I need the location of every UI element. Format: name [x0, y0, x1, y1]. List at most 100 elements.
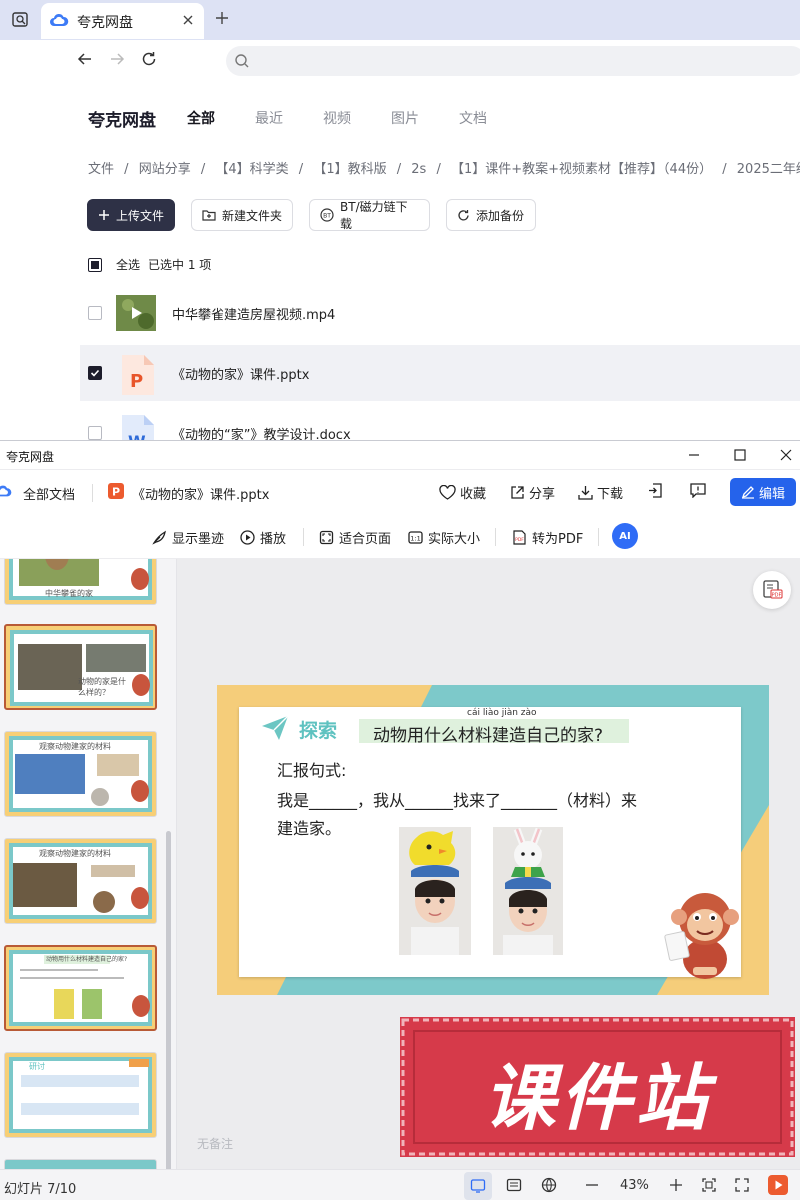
- browser-tab-bar: 夸克网盘: [0, 0, 800, 40]
- bt-download-button[interactable]: BT BT/磁力链下载: [309, 199, 430, 231]
- upload-button[interactable]: 上传文件: [87, 199, 175, 231]
- all-documents-link[interactable]: 全部文档: [23, 484, 75, 503]
- new-tab-icon[interactable]: [212, 8, 232, 28]
- slideshow-play-icon[interactable]: [768, 1175, 788, 1195]
- file-checkbox[interactable]: [88, 426, 102, 440]
- slide-thumbnail[interactable]: 中华攀雀的家: [4, 559, 157, 605]
- slide-thumbnail-current[interactable]: 动物用什么材料建造自己的家?: [4, 945, 157, 1031]
- slide-preview: 探索 cái liào jiàn zào 动物用什么材料建造自己的家? 汇报句式…: [217, 685, 769, 995]
- breadcrumb-item[interactable]: 网站分享: [139, 162, 191, 177]
- pen-icon: [741, 485, 755, 499]
- breadcrumb-item[interactable]: 【4】科学类: [215, 162, 288, 177]
- ai-assistant-button[interactable]: AI: [612, 523, 638, 549]
- slide-section-label: 探索: [299, 720, 338, 742]
- forward-icon[interactable]: [108, 50, 126, 68]
- file-row[interactable]: 中华攀雀建造房屋视频.mp4: [80, 285, 800, 341]
- breadcrumb-item[interactable]: 【1】教科版: [313, 162, 386, 177]
- tab-document[interactable]: 文档: [459, 108, 487, 128]
- breadcrumb-separator: /: [722, 162, 727, 177]
- tab-search-icon[interactable]: [9, 9, 31, 31]
- slide-thumbnail[interactable]: 动物的家是什么样的？: [4, 624, 157, 710]
- actual-size-button[interactable]: 1:1 实际大小: [408, 528, 480, 547]
- file-name[interactable]: 《动物的“家”》教学设计.docx: [172, 424, 351, 440]
- globe-icon[interactable]: [541, 1177, 557, 1193]
- breadcrumb-separator: /: [124, 162, 129, 177]
- file-checkbox[interactable]: [88, 306, 102, 320]
- download-button[interactable]: 下载: [578, 483, 623, 502]
- share-icon: [510, 485, 525, 500]
- tab-image[interactable]: 图片: [391, 108, 419, 128]
- feedback-icon[interactable]: [690, 483, 706, 498]
- close-window-icon[interactable]: [778, 447, 794, 463]
- slide-text-line: 汇报句式:: [277, 761, 347, 780]
- pdf-convert-icon[interactable]: PDF: [753, 571, 791, 609]
- back-icon[interactable]: [76, 50, 94, 68]
- fullscreen-icon[interactable]: [734, 1177, 750, 1193]
- file-row[interactable]: P 《动物的家》课件.pptx: [80, 345, 800, 401]
- svg-text:P: P: [112, 486, 120, 499]
- thumbnail-caption: 观察动物建家的材料: [39, 849, 111, 858]
- zoom-in-icon[interactable]: [668, 1177, 684, 1193]
- zoom-level[interactable]: 43%: [620, 1178, 649, 1193]
- show-ink-button[interactable]: 显示墨迹: [152, 528, 224, 547]
- fit-screen-icon[interactable]: [701, 1177, 717, 1193]
- slide-text-line: 建造家。: [277, 819, 342, 838]
- quark-cloud-icon: [0, 483, 12, 499]
- refresh-icon[interactable]: [140, 50, 158, 68]
- feather-icon: [152, 530, 167, 545]
- close-tab-icon[interactable]: [180, 12, 196, 28]
- video-icon: [116, 295, 156, 331]
- slide-thumbnail-panel[interactable]: 中华攀雀的家 动物的家是什么样的？ 观察动物建家的材料 观察动物建家的材料 动物…: [0, 559, 177, 1169]
- browser-tab[interactable]: 夸克网盘: [41, 3, 204, 39]
- svg-text:1:1: 1:1: [410, 535, 420, 543]
- actual-size-icon: 1:1: [408, 530, 423, 545]
- breadcrumb-separator: /: [396, 162, 402, 177]
- slide-canvas[interactable]: PDF 探索 cái liào jiàn zào 动物用什么材料建造自己的家? …: [177, 559, 800, 1169]
- svg-text:P: P: [130, 371, 143, 392]
- breadcrumb-item[interactable]: 【1】课件+教案+视频素材【推荐】（44份）: [451, 162, 712, 177]
- normal-view-icon[interactable]: [464, 1172, 492, 1200]
- play-button[interactable]: 播放: [240, 528, 286, 547]
- status-bar: 幻灯片 7/10 43%: [0, 1169, 800, 1200]
- minimize-icon[interactable]: [686, 447, 702, 463]
- slide-thumbnail[interactable]: [4, 1159, 157, 1169]
- zoom-out-icon[interactable]: [584, 1177, 600, 1193]
- file-name[interactable]: 中华攀雀建造房屋视频.mp4: [172, 304, 335, 323]
- breadcrumb-item[interactable]: 2s: [411, 162, 426, 177]
- fit-page-button[interactable]: 适合页面: [319, 528, 391, 547]
- select-all-label[interactable]: 全选: [116, 256, 140, 273]
- favorite-button[interactable]: 收藏: [439, 483, 486, 502]
- viewer-sub-toolbar: 显示墨迹 播放 适合页面 1:1 实际大小 PDF 转为PDF AI: [0, 514, 800, 559]
- address-bar[interactable]: [226, 46, 800, 76]
- slide-thumbnail[interactable]: 观察动物建家的材料: [4, 731, 157, 817]
- convert-pdf-button[interactable]: PDF 转为PDF: [512, 528, 583, 547]
- tab-video[interactable]: 视频: [323, 108, 351, 128]
- file-name[interactable]: 《动物的家》课件.pptx: [172, 364, 309, 383]
- share-button[interactable]: 分享: [510, 483, 555, 502]
- slide-thumbnail[interactable]: 研讨: [4, 1052, 157, 1138]
- tab-all[interactable]: 全部: [187, 108, 215, 128]
- breadcrumb-item[interactable]: 文件: [88, 162, 114, 177]
- svg-text:PDF: PDF: [515, 537, 524, 543]
- edit-button[interactable]: 编辑: [730, 478, 796, 506]
- file-checkbox[interactable]: [88, 366, 102, 380]
- question-pinyin: cái liào jiàn zào: [467, 708, 537, 718]
- watermark-stamp-text: 课件站: [483, 1056, 712, 1140]
- new-folder-button[interactable]: 新建文件夹: [191, 199, 293, 231]
- svg-text:PDF: PDF: [772, 593, 782, 599]
- breadcrumb-separator: /: [298, 162, 304, 177]
- select-all-checkbox[interactable]: [88, 257, 102, 272]
- file-row[interactable]: W 《动物的“家”》教学设计.docx: [80, 405, 800, 440]
- maximize-icon[interactable]: [732, 447, 748, 463]
- fit-icon: [319, 530, 334, 545]
- paper-plane-icon: [261, 715, 289, 741]
- thumbnail-caption: 研讨: [29, 1062, 45, 1071]
- thumbnail-scrollbar[interactable]: [166, 831, 171, 1169]
- breadcrumb-item[interactable]: 2025二年级: [737, 162, 800, 177]
- slide-thumbnail[interactable]: 观察动物建家的材料: [4, 838, 157, 924]
- export-icon[interactable]: [648, 483, 663, 498]
- brand-title: 夸克网盘: [88, 111, 156, 131]
- add-backup-button[interactable]: 添加备份: [446, 199, 536, 231]
- tab-recent[interactable]: 最近: [255, 108, 283, 128]
- notes-view-icon[interactable]: [506, 1177, 522, 1193]
